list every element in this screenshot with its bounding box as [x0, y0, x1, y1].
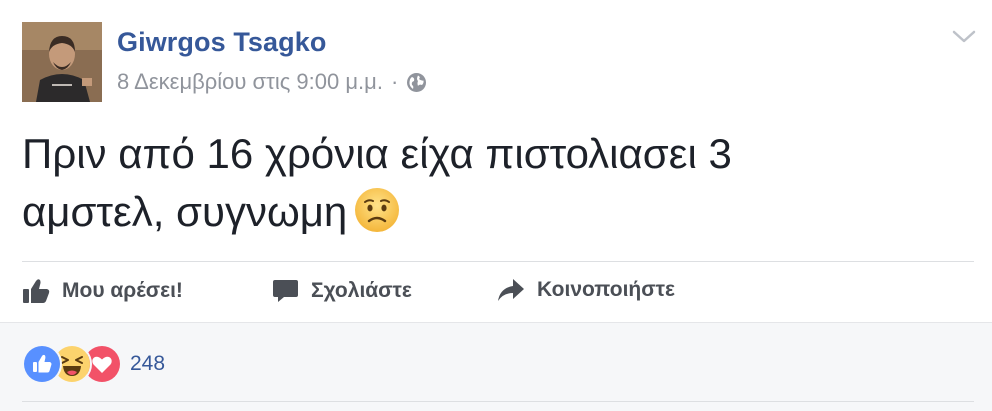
action-bar: Μου αρέσει! Σχολιάστε Κοινοποιήστε	[0, 262, 992, 322]
comment-label: Σχολιάστε	[311, 279, 412, 302]
share-button[interactable]: Κοινοποιήστε	[497, 278, 675, 302]
comment-icon	[273, 280, 298, 302]
meta-separator: ·	[390, 69, 399, 94]
post-text-line-1: Πριν από 16 χρόνια είχα πιστολιασει 3	[22, 130, 732, 177]
post-text-line-2-text: αμστελ, συγνωμη	[22, 188, 348, 235]
share-label: Κοινοποιήστε	[537, 278, 675, 301]
post-timestamp[interactable]: 8 Δεκεμβρίου στις 9:00 μ.μ.	[117, 69, 383, 95]
avatar[interactable]	[22, 22, 102, 102]
globe-icon[interactable]	[406, 72, 427, 93]
reactions-summary[interactable]: 248	[22, 344, 165, 384]
like-label: Μου αρέσει!	[62, 279, 183, 302]
post-text: Πριν από 16 χρόνια είχα πιστολιασει 3 αμ…	[22, 125, 962, 241]
reaction-count[interactable]: 248	[130, 352, 165, 376]
post-meta: 8 Δεκεμβρίου στις 9:00 μ.μ. ·	[117, 69, 427, 95]
author-name[interactable]: Giwrgos Tsagko	[117, 27, 326, 58]
like-button[interactable]: Μου αρέσει!	[22, 278, 183, 304]
thumbs-up-icon	[23, 279, 50, 303]
worried-face-emoji-icon	[353, 186, 401, 234]
footer-divider	[22, 401, 974, 402]
reactions-footer: 248	[0, 322, 992, 411]
post-text-line-2: αμστελ, συγνωμη	[22, 183, 962, 241]
post-card: Giwrgos Tsagko 8 Δεκεμβρίου στις 9:00 μ.…	[0, 0, 992, 322]
chevron-down-icon[interactable]	[951, 28, 977, 46]
share-arrow-icon	[498, 279, 524, 301]
like-reaction-icon	[22, 344, 62, 384]
comment-button[interactable]: Σχολιάστε	[272, 278, 412, 304]
